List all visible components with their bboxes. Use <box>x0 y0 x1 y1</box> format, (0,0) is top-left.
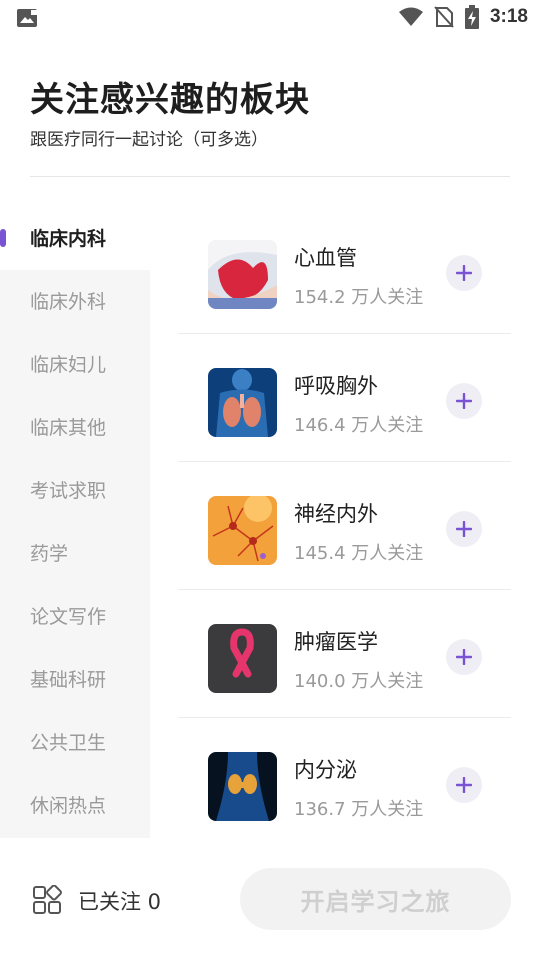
page-subtitle: 跟医疗同行一起讨论（可多选） <box>30 130 268 150</box>
no-sim-icon <box>434 6 454 28</box>
follow-button[interactable] <box>446 511 482 547</box>
follow-button[interactable] <box>446 255 482 291</box>
sidebar-item-obgyn-pediatrics[interactable]: 临床妇儿 <box>0 332 150 395</box>
topic-followers: 136.7 万人关注 <box>294 799 424 820</box>
topic-name: 肿瘤医学 <box>294 630 378 654</box>
sidebar-item-label: 论文写作 <box>30 606 107 628</box>
topic-followers: 154.2 万人关注 <box>294 287 424 308</box>
sidebar-item-clinical-internal[interactable]: 临床内科 <box>0 206 150 269</box>
status-bar: 3:18 <box>0 0 540 36</box>
list-item: 神经内外 145.4 万人关注 <box>178 462 511 590</box>
sidebar-item-label: 基础科研 <box>30 669 107 691</box>
sidebar-item-label: 考试求职 <box>30 480 107 502</box>
sidebar-item-leisure-hot[interactable]: 休闲热点 <box>0 773 150 836</box>
topic-followers: 146.4 万人关注 <box>294 415 424 436</box>
sidebar-item-public-health[interactable]: 公共卫生 <box>0 710 150 773</box>
sidebar-item-clinical-other[interactable]: 临床其他 <box>0 395 150 458</box>
start-learning-button[interactable]: 开启学习之旅 <box>240 868 511 930</box>
topic-name: 呼吸胸外 <box>294 374 378 398</box>
active-indicator <box>0 229 6 247</box>
sidebar-item-paper-writing[interactable]: 论文写作 <box>0 584 150 647</box>
sidebar-item-label: 药学 <box>30 543 69 565</box>
header-divider <box>30 176 510 177</box>
sidebar-item-label: 临床外科 <box>30 291 107 313</box>
follow-button[interactable] <box>446 383 482 419</box>
follow-button[interactable] <box>446 767 482 803</box>
followed-count[interactable]: 已关注 0 <box>78 886 161 916</box>
sidebar-item-basic-research[interactable]: 基础科研 <box>0 647 150 710</box>
sidebar-item-label: 临床其他 <box>30 417 107 439</box>
wifi-icon <box>398 7 423 26</box>
plus-icon <box>456 265 472 281</box>
topic-name: 心血管 <box>294 246 357 270</box>
topic-name: 神经内外 <box>294 502 378 526</box>
clock: 3:18 <box>489 6 528 27</box>
sidebar-item-label: 公共卫生 <box>30 732 107 754</box>
plus-icon <box>456 777 472 793</box>
list-item: 内分泌 136.7 万人关注 <box>178 718 511 846</box>
lungs-icon <box>208 368 277 437</box>
sidebar-item-exams-jobs[interactable]: 考试求职 <box>0 458 150 521</box>
heart-in-hands-icon <box>208 240 277 309</box>
followed-grid-icon[interactable] <box>32 885 62 915</box>
list-item: 心血管 154.2 万人关注 <box>178 206 511 334</box>
pink-ribbon-icon <box>208 624 277 693</box>
neurons-icon <box>208 496 277 565</box>
sidebar-item-label: 休闲热点 <box>30 795 107 817</box>
sidebar-item-pharmacy[interactable]: 药学 <box>0 521 150 584</box>
sidebar-item-label: 临床内科 <box>30 228 107 250</box>
plus-icon <box>456 649 472 665</box>
image-icon <box>17 9 37 27</box>
follow-button[interactable] <box>446 639 482 675</box>
topic-name: 内分泌 <box>294 758 357 782</box>
topic-followers: 140.0 万人关注 <box>294 671 424 692</box>
thyroid-icon <box>208 752 277 821</box>
list-item: 呼吸胸外 146.4 万人关注 <box>178 334 511 462</box>
topic-followers: 145.4 万人关注 <box>294 543 424 564</box>
sidebar-item-label: 临床妇儿 <box>30 354 107 376</box>
sidebar-item-clinical-surgery[interactable]: 临床外科 <box>0 269 150 332</box>
plus-icon <box>456 393 472 409</box>
list-item: 肿瘤医学 140.0 万人关注 <box>178 590 511 718</box>
battery-charging-icon <box>464 5 479 29</box>
plus-icon <box>456 521 472 537</box>
page-title: 关注感兴趣的板块 <box>30 80 310 120</box>
